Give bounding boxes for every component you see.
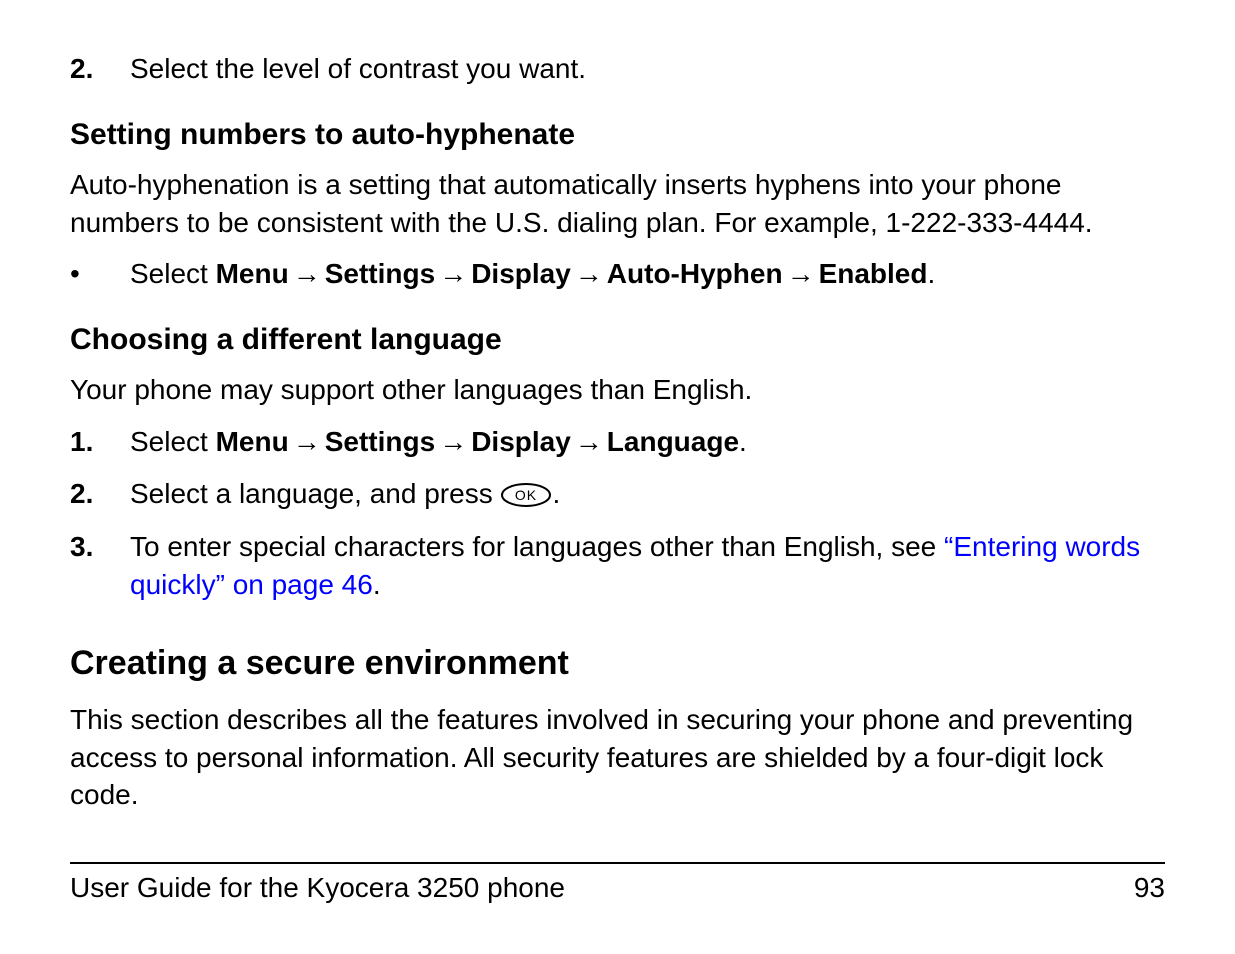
heading-secure-environment: Creating a secure environment <box>70 644 1165 683</box>
bullet-text: Select Menu→Settings→Display→Auto-Hyphen… <box>130 255 1165 293</box>
heading-auto-hyphenate: Setting numbers to auto-hyphenate <box>70 118 1165 152</box>
menu-path-item: Display <box>471 258 571 289</box>
heading-language: Choosing a different language <box>70 323 1165 357</box>
arrow-icon: → <box>289 423 325 461</box>
step-number: 1. <box>70 423 130 461</box>
arrow-icon: → <box>783 255 819 293</box>
paragraph-auto-hyphenate: Auto-hyphenation is a setting that autom… <box>70 166 1165 242</box>
paragraph-language: Your phone may support other languages t… <box>70 371 1165 409</box>
menu-path-item: Auto-Hyphen <box>607 258 783 289</box>
step-text: To enter special characters for language… <box>130 528 1165 604</box>
ordered-step: 2. Select a language, and press OK . <box>70 475 1165 515</box>
step-text: Select a language, and press OK . <box>130 475 1165 515</box>
arrow-icon: → <box>289 255 325 293</box>
menu-path-item: Menu <box>216 258 289 289</box>
menu-path-item: Language <box>607 426 739 457</box>
paragraph-secure-environment: This section describes all the features … <box>70 701 1165 814</box>
lead-text: Select <box>130 426 216 457</box>
text-before: To enter special characters for language… <box>130 531 944 562</box>
text-after: . <box>373 569 381 600</box>
bullet-item: • Select Menu→Settings→Display→Auto-Hyph… <box>70 255 1165 293</box>
arrow-icon: → <box>571 423 607 461</box>
step-text: Select Menu→Settings→Display→Language. <box>130 423 1165 461</box>
step-number: 3. <box>70 528 130 604</box>
menu-path-item: Enabled <box>819 258 928 289</box>
step-text: Select the level of contrast you want. <box>130 50 1165 88</box>
ordered-step: 2. Select the level of contrast you want… <box>70 50 1165 88</box>
ok-button-icon: OK <box>500 476 552 514</box>
menu-path-item: Settings <box>325 426 435 457</box>
bullet-marker: • <box>70 255 130 293</box>
step-number: 2. <box>70 50 130 88</box>
footer-title: User Guide for the Kyocera 3250 phone <box>70 872 565 904</box>
arrow-icon: → <box>571 255 607 293</box>
arrow-icon: → <box>435 423 471 461</box>
footer-rule <box>70 862 1165 864</box>
step-number: 2. <box>70 475 130 515</box>
ordered-step: 3. To enter special characters for langu… <box>70 528 1165 604</box>
menu-path-item: Settings <box>325 258 435 289</box>
lead-text: Select <box>130 258 216 289</box>
text-after: . <box>552 478 560 509</box>
page-number: 93 <box>1134 872 1165 904</box>
page-footer: User Guide for the Kyocera 3250 phone 93 <box>70 862 1165 904</box>
menu-path-item: Display <box>471 426 571 457</box>
ordered-step: 1. Select Menu→Settings→Display→Language… <box>70 423 1165 461</box>
arrow-icon: → <box>435 255 471 293</box>
document-page: 2. Select the level of contrast you want… <box>0 0 1235 954</box>
svg-text:OK: OK <box>515 487 537 503</box>
period: . <box>927 258 935 289</box>
text-before: Select a language, and press <box>130 478 500 509</box>
menu-path-item: Menu <box>216 426 289 457</box>
period: . <box>739 426 747 457</box>
